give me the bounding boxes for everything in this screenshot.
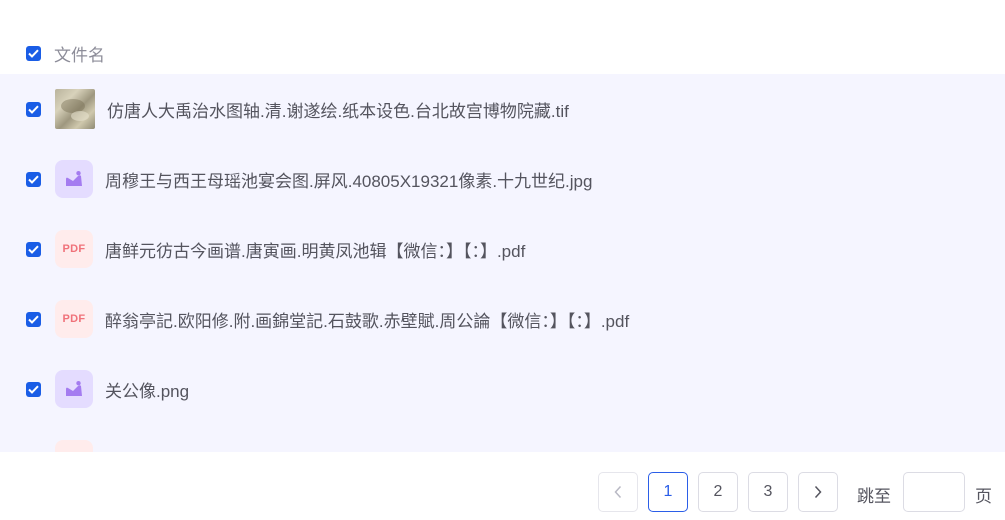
image-file-icon <box>55 160 93 198</box>
chevron-left-icon <box>614 485 622 499</box>
file-name[interactable]: 醉翁亭記.欧阳修.附.画錦堂記.石鼓歌.赤壁賦.周公論【微信：】【：】.pdf <box>105 307 629 332</box>
check-icon <box>28 175 39 184</box>
file-name[interactable]: 周穆王与西王母瑶池宴会图.屏风.40805X19321像素.十九世纪.jpg <box>105 167 592 192</box>
check-icon <box>28 385 39 394</box>
select-all-checkbox[interactable] <box>26 45 41 61</box>
pdf-file-icon: PDF <box>55 300 93 338</box>
next-page-button[interactable] <box>798 472 838 512</box>
row-checkbox[interactable] <box>26 171 41 187</box>
prev-page-button[interactable] <box>598 472 638 512</box>
check-icon <box>28 105 39 114</box>
file-row[interactable]: PDF 唐鲜元彷古今画谱.唐寅画.明黄凤池辑【微信：】【：】.pdf <box>0 214 1005 284</box>
image-file-icon <box>55 370 93 408</box>
file-row[interactable]: 仿唐人大禹治水图轴.清.谢遂绘.纸本设色.台北故宫博物院藏.tif <box>0 74 1005 144</box>
page-suffix-label: 页 <box>975 487 992 506</box>
file-row[interactable]: 周穆王与西王母瑶池宴会图.屏风.40805X19321像素.十九世纪.jpg <box>0 144 1005 214</box>
row-checkbox[interactable] <box>26 241 41 257</box>
pdf-file-icon <box>55 440 93 452</box>
check-icon <box>28 49 39 58</box>
row-checkbox[interactable] <box>26 381 41 397</box>
file-list: 仿唐人大禹治水图轴.清.谢遂绘.纸本设色.台北故宫博物院藏.tif 周穆王与西王… <box>0 74 1005 452</box>
file-name[interactable]: 仿唐人大禹治水图轴.清.谢遂绘.纸本设色.台北故宫博物院藏.tif <box>107 97 569 122</box>
file-list-header: 文件名 <box>0 32 1005 74</box>
column-header-filename: 文件名 <box>54 45 105 65</box>
chevron-right-icon <box>814 485 822 499</box>
jump-to-label: 跳至 <box>857 487 891 506</box>
file-row[interactable]: PDF 醉翁亭記.欧阳修.附.画錦堂記.石鼓歌.赤壁賦.周公論【微信：】【：】.… <box>0 284 1005 354</box>
row-checkbox[interactable] <box>26 101 41 117</box>
page-1-button[interactable]: 1 <box>648 472 688 512</box>
row-checkbox[interactable] <box>26 311 41 327</box>
image-thumbnail <box>55 89 95 129</box>
pagination: 1 2 3 跳至 页 <box>0 472 1005 512</box>
file-name[interactable]: 关公像.png <box>105 377 189 402</box>
file-row[interactable]: 关公像.png <box>0 354 1005 424</box>
page-2-button[interactable]: 2 <box>698 472 738 512</box>
file-name[interactable]: 唐鲜元彷古今画谱.唐寅画.明黄凤池辑【微信：】【：】.pdf <box>105 237 525 262</box>
check-icon <box>28 245 39 254</box>
pdf-file-icon: PDF <box>55 230 93 268</box>
check-icon <box>28 315 39 324</box>
file-row[interactable] <box>0 424 1005 452</box>
jump-page-input[interactable] <box>903 472 965 512</box>
page-3-button[interactable]: 3 <box>748 472 788 512</box>
